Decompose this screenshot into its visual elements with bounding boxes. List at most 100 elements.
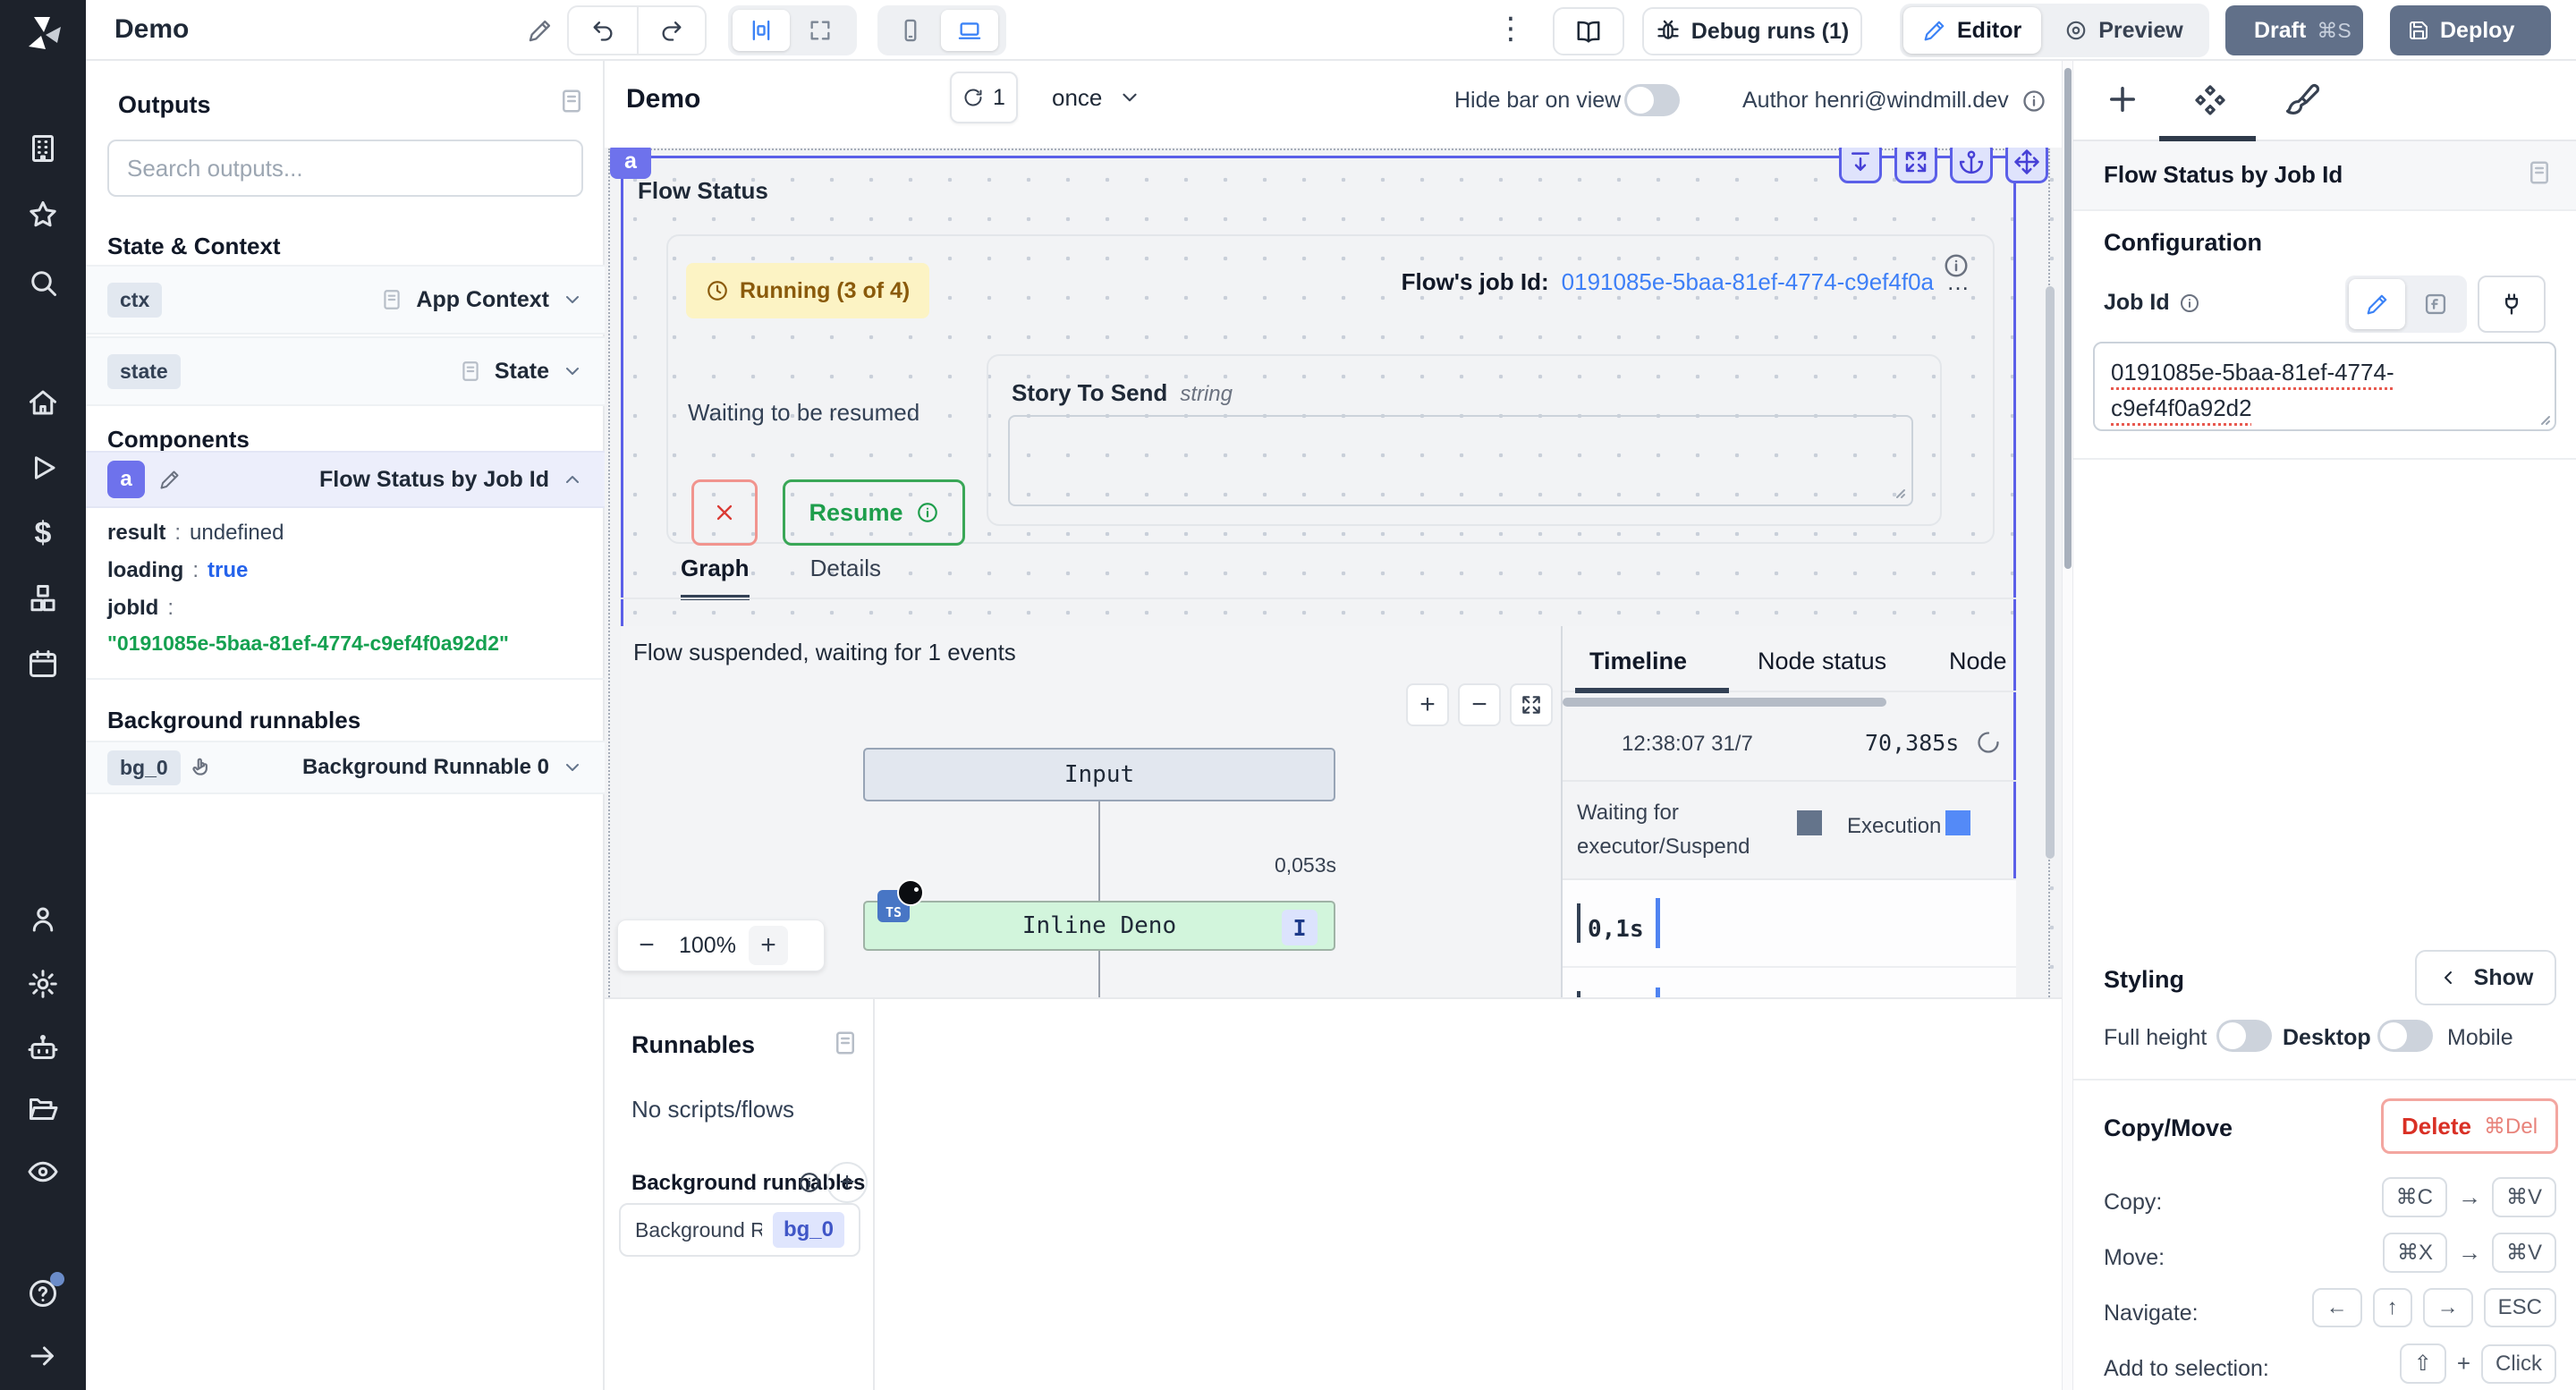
- component-settings-tab[interactable]: [2191, 82, 2229, 120]
- edit-title-pencil-icon[interactable]: [528, 18, 553, 43]
- windmill-logo[interactable]: [21, 13, 64, 55]
- component-id-tab[interactable]: a: [610, 148, 651, 179]
- bg-runnable-item[interactable]: Background Runna… bg_0: [619, 1203, 860, 1257]
- draft-button[interactable]: Draft ⌘S: [2225, 5, 2363, 55]
- desktop-view-button[interactable]: [941, 10, 998, 51]
- flow-job-id-link[interactable]: 0191085e-5baa-81ef-4774-c9ef4f0a: [1562, 268, 1934, 296]
- tab-graph[interactable]: Graph: [681, 555, 750, 600]
- ctx-row[interactable]: ctx App Context: [86, 265, 605, 335]
- zoom-in-button[interactable]: +: [749, 926, 788, 965]
- settings-gear-icon[interactable]: [27, 968, 59, 1000]
- folders-icon[interactable]: [27, 1093, 59, 1125]
- runnables-doc-icon[interactable]: [832, 1030, 859, 1056]
- schedule-select[interactable]: once: [1052, 75, 1141, 120]
- workers-robot-icon[interactable]: [27, 1032, 59, 1064]
- insert-component-plus-tab[interactable]: [2104, 81, 2141, 118]
- help-icon[interactable]: [27, 1277, 59, 1309]
- static-edit-pencil-button[interactable]: [2349, 279, 2405, 329]
- component-chevron-up-icon[interactable]: [562, 469, 583, 490]
- resources-cubes-icon[interactable]: [27, 582, 59, 614]
- job-id-info-icon[interactable]: [2179, 292, 2200, 314]
- clock-icon: [706, 279, 729, 302]
- canvas-vertical-scrollbar[interactable]: [2046, 286, 2055, 859]
- kbd-cmd-v: ⌘V: [2492, 1233, 2556, 1273]
- bg0-chevron-down-icon[interactable]: [562, 757, 583, 778]
- expand-icon[interactable]: [1894, 148, 1937, 183]
- schedules-calendar-icon[interactable]: [27, 648, 59, 680]
- component-name-label: Flow Status by Job Id: [319, 467, 549, 493]
- flow-job-id-label: Flow's job Id:: [1402, 268, 1549, 296]
- component-a-row[interactable]: a Flow Status by Job Id: [86, 451, 605, 508]
- resume-button[interactable]: Resume: [783, 479, 965, 546]
- centered-layout-button[interactable]: [733, 10, 790, 51]
- component-edit-pencil-icon[interactable]: [159, 469, 181, 490]
- favorites-star-icon[interactable]: [27, 199, 59, 231]
- author-info-icon[interactable]: [2021, 89, 2046, 114]
- desktop-toggle[interactable]: [2377, 1020, 2433, 1052]
- bg-runnables-info-icon[interactable]: [798, 1171, 821, 1194]
- full-width-button[interactable]: [792, 10, 849, 51]
- connect-plug-button[interactable]: [2478, 275, 2546, 333]
- mobile-view-button[interactable]: [882, 10, 939, 51]
- tab-node-status[interactable]: Node status: [1758, 648, 1886, 675]
- styling-brush-tab[interactable]: [2284, 82, 2322, 120]
- tab-timeline[interactable]: Timeline: [1589, 648, 1687, 675]
- main-scrollbar-thumb[interactable]: [2064, 68, 2072, 569]
- runnables-title: Runnables: [631, 1031, 755, 1059]
- outputs-doc-icon[interactable]: [558, 88, 585, 114]
- anchor-icon[interactable]: [1950, 148, 1993, 183]
- state-doc-icon: [459, 360, 482, 383]
- flow-node-input[interactable]: Input: [863, 748, 1335, 801]
- home-icon[interactable]: [27, 386, 59, 419]
- state-chevron-down-icon[interactable]: [562, 360, 583, 382]
- full-height-toggle[interactable]: [2216, 1020, 2272, 1052]
- search-outputs-input[interactable]: [107, 140, 583, 197]
- runs-play-icon[interactable]: [27, 452, 59, 484]
- timeline-hscrollbar[interactable]: [1563, 698, 1886, 707]
- cancel-button[interactable]: [691, 479, 758, 546]
- graph-zoom-out-button[interactable]: −: [1458, 683, 1501, 726]
- app-canvas[interactable]: a Flow Status Running (3 of 4) Flow's jo…: [605, 148, 2062, 997]
- undo-redo-group: [567, 5, 707, 55]
- graph-fullscreen-button[interactable]: [1510, 683, 1553, 726]
- more-menu-kebab-icon[interactable]: ⋮: [1496, 11, 1526, 47]
- add-bg-runnable-button[interactable]: +: [826, 1162, 868, 1203]
- debug-runs-button[interactable]: Debug runs (1): [1642, 7, 1862, 55]
- job-id-textarea[interactable]: 0191085e-5baa-81ef-4774- c9ef4f0a92d2: [2093, 342, 2556, 431]
- legend-waiting-swatch: [1797, 810, 1822, 835]
- loading-keyvalue: loading:true: [107, 558, 248, 583]
- move-icon[interactable]: [2005, 148, 2048, 183]
- ctx-chevron-down-icon[interactable]: [562, 289, 583, 310]
- refresh-count: 1: [993, 85, 1005, 111]
- flow-job-id-line: Flow's job Id: 0191085e-5baa-81ef-4774-c…: [1402, 268, 1970, 296]
- delete-button[interactable]: Delete ⌘Del: [2381, 1098, 2558, 1154]
- hide-bar-toggle[interactable]: [1624, 84, 1680, 116]
- styling-show-button[interactable]: Show: [2415, 950, 2556, 1005]
- workspace-icon[interactable]: [27, 132, 59, 165]
- flow-node-inline-deno[interactable]: Inline Deno TS I: [863, 901, 1335, 951]
- zoom-out-button[interactable]: −: [627, 926, 666, 965]
- story-panel: Story To Sendstring: [987, 354, 1942, 526]
- redo-button[interactable]: [637, 7, 705, 54]
- refresh-count-button[interactable]: 1: [950, 72, 1018, 123]
- state-row[interactable]: state State: [86, 336, 605, 406]
- card-info-icon[interactable]: [1943, 252, 1970, 279]
- graph-zoom-in-button[interactable]: +: [1406, 683, 1449, 726]
- preview-tab[interactable]: Preview: [2045, 7, 2203, 54]
- fx-expression-button[interactable]: [2407, 279, 2463, 329]
- bg0-row[interactable]: bg_0 Background Runnable 0: [86, 741, 605, 794]
- deploy-button[interactable]: Deploy: [2390, 5, 2551, 55]
- component-doc-icon[interactable]: [2526, 159, 2553, 186]
- tab-node-defs[interactable]: Node: [1949, 648, 2007, 675]
- users-person-icon[interactable]: [27, 903, 59, 936]
- audit-eye-icon[interactable]: [27, 1156, 59, 1188]
- story-textarea[interactable]: [1008, 415, 1913, 506]
- dock-bottom-icon[interactable]: [1839, 148, 1882, 183]
- docs-book-button[interactable]: [1553, 7, 1624, 55]
- collapse-arrow-icon[interactable]: [27, 1340, 59, 1372]
- undo-button[interactable]: [569, 7, 637, 54]
- editor-tab[interactable]: Editor: [1903, 7, 2041, 54]
- tab-details[interactable]: Details: [810, 555, 881, 600]
- search-icon[interactable]: [27, 267, 59, 299]
- variables-dollar-icon[interactable]: $: [27, 517, 59, 549]
